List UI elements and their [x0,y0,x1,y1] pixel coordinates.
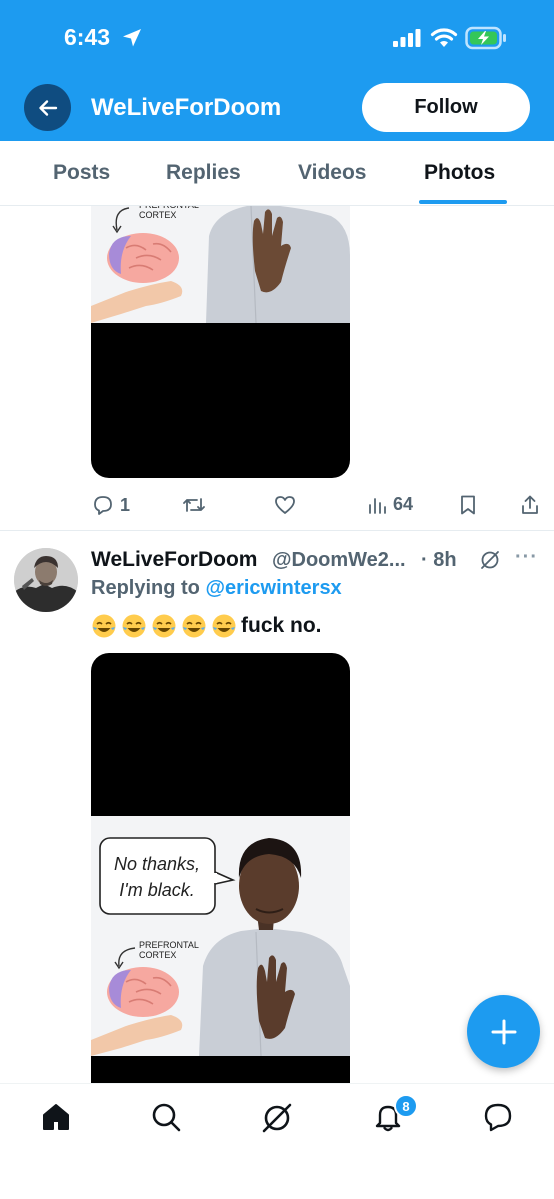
tab-replies[interactable]: Replies [166,161,241,185]
views-count: 64 [393,494,414,514]
meme-illustration: PREFRONTAL CORTEX [91,206,350,323]
grok-slash-icon[interactable] [260,1101,294,1135]
brain-label-line2: CORTEX [139,950,176,960]
post-author-name[interactable]: WeLiveForDoom [91,548,257,572]
grok-slash-icon[interactable] [479,549,501,571]
meme-photo: No thanks, I'm black. PREFRONTAL CORTEX [91,816,350,1056]
cellular-signal-icon [393,29,421,47]
replying-prefix: Replying to [91,577,200,599]
notification-badge: 8 [394,1094,418,1118]
back-button[interactable] [24,84,71,131]
arrow-left-icon [38,99,57,116]
tab-photos[interactable]: Photos [424,161,495,185]
face-with-tears-of-joy-icon [122,614,146,638]
battery-charging-icon [465,26,506,50]
share-icon [522,495,538,514]
location-arrow-icon [123,29,141,47]
face-with-tears-of-joy-icon [212,614,236,638]
plus-icon [491,1019,516,1044]
avatar-image [14,548,78,612]
photo-feed: PREFRONTAL CORTEX 1 [0,206,554,1083]
message-icon[interactable] [482,1101,514,1133]
follow-button[interactable]: Follow [362,83,530,132]
tab-videos[interactable]: Videos [298,161,366,185]
post-body: fuck no. [91,613,322,639]
profile-header: 6:43 WeLiveForDoom Follow [0,0,554,141]
brain-label-line1: PREFRONTAL [139,940,199,950]
views-button[interactable]: 64 [367,494,413,515]
face-with-tears-of-joy-icon [152,614,176,638]
meme-illustration: No thanks, I'm black. PREFRONTAL CORTEX [91,816,350,1056]
replying-to: Replying to @ericwintersx [91,577,342,600]
like-button[interactable] [274,494,296,516]
status-time: 6:43 [64,24,111,50]
meme-photo: PREFRONTAL CORTEX [91,206,350,323]
home-icon[interactable] [40,1101,72,1133]
face-with-tears-of-joy-icon [92,614,116,638]
app-root: 6:43 WeLiveForDoom Follow Posts Replies … [0,0,554,1199]
replying-handle-link[interactable]: @ericwintersx [205,577,341,599]
speech-line-2: I'm black. [119,880,194,900]
reply-count: 1 [120,494,131,515]
post-timestamp: · 8h [421,549,457,571]
share-button[interactable] [520,494,540,516]
bookmark-button[interactable] [458,494,478,516]
bottom-navigation [0,1083,554,1199]
post-actions: 1 64 [0,491,554,521]
views-chart-icon [369,497,386,514]
home-indicator [209,1185,349,1190]
repost-button[interactable] [182,494,206,516]
post-image[interactable]: PREFRONTAL CORTEX [91,206,350,478]
reply-icon [94,496,112,515]
face-with-tears-of-joy-icon [182,614,206,638]
repost-icon [183,498,205,512]
post-divider [0,530,554,531]
profile-title: WeLiveForDoom [91,94,282,121]
reply-button[interactable]: 1 [92,494,130,516]
post-author-handle[interactable]: @DoomWe2... [272,549,406,572]
avatar[interactable] [14,548,78,612]
bookmark-icon [461,495,475,515]
active-tab-indicator [419,200,507,204]
post-text: fuck no. [241,614,322,637]
speech-line-1: No thanks, [114,854,200,874]
compose-button[interactable] [467,995,540,1068]
profile-tabs: Posts Replies Videos Photos [0,141,554,206]
heart-icon [275,496,295,514]
tab-posts[interactable]: Posts [53,161,110,185]
search-icon[interactable] [150,1101,182,1133]
more-options-icon[interactable]: ··· [515,546,538,569]
post-image[interactable]: No thanks, I'm black. PREFRONTAL CORTEX [91,653,350,1083]
brain-label-line2: CORTEX [139,210,176,220]
wifi-icon [430,28,458,47]
